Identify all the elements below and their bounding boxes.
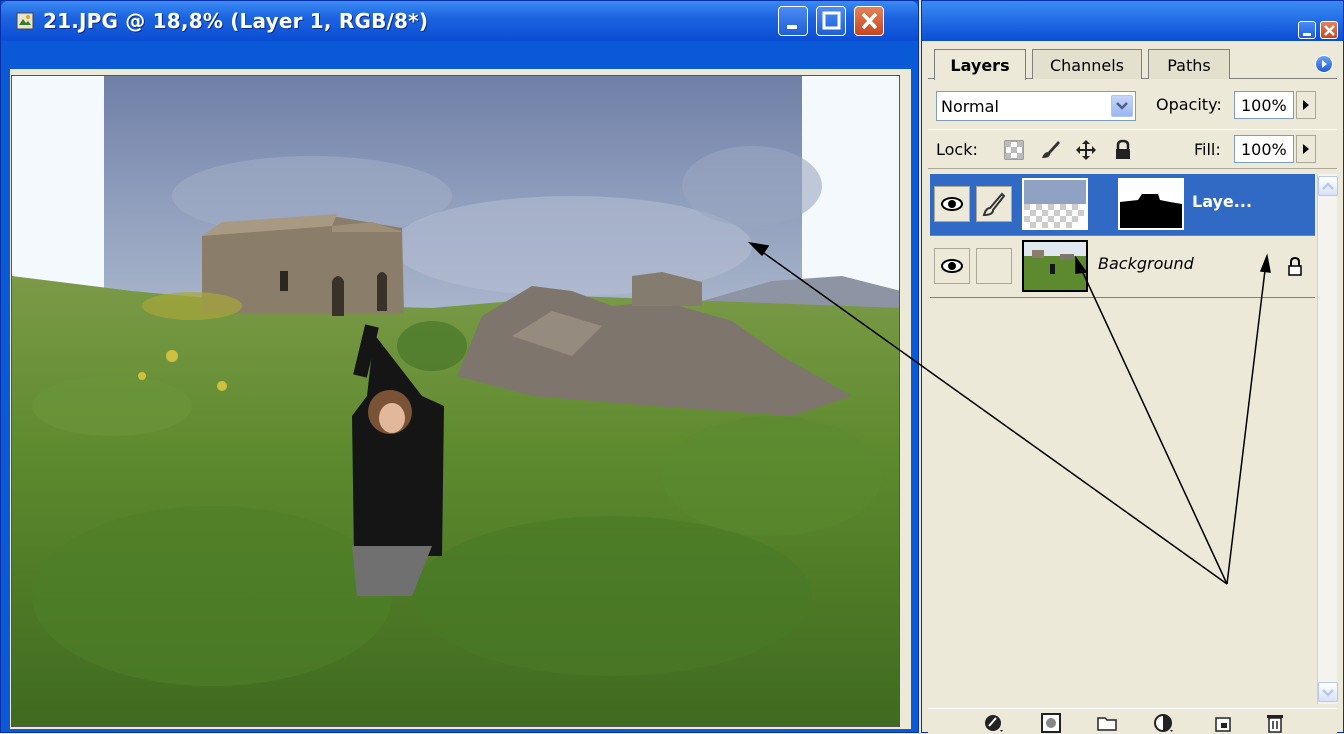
adjustment-layer-icon[interactable] — [1154, 713, 1176, 733]
fill-label: Fill: — [1194, 140, 1221, 159]
minimize-icon — [1303, 33, 1311, 36]
tab-paths[interactable]: Paths — [1148, 49, 1230, 79]
photoshop-doc-icon — [16, 12, 34, 30]
palette-titlebar[interactable] — [922, 1, 1343, 41]
opacity-label: Opacity: — [1156, 95, 1222, 114]
layer-row-layer-1[interactable]: Laye... — [930, 174, 1315, 236]
layers-list: Laye... Background — [747, 174, 1315, 704]
document-title: 21.JPG @ 18,8% (Layer 1, RGB/8*) — [43, 9, 429, 33]
palette-body: Layers Channels Paths Normal Opacity: 10… — [747, 41, 1338, 734]
layer-visibility-toggle[interactable] — [934, 186, 970, 222]
tab-channels[interactable]: Channels — [1032, 49, 1142, 79]
triangle-right-icon — [1303, 100, 1309, 110]
fill-slider-button[interactable] — [1296, 135, 1316, 163]
palette-close-button[interactable] — [1320, 21, 1338, 39]
lock-row: Lock: Fill: 100% — [928, 129, 1337, 169]
sky-thumbnail — [1024, 180, 1086, 228]
eye-icon — [941, 197, 963, 211]
blend-row: Normal Opacity: 100% — [928, 85, 1337, 123]
image-canvas[interactable] — [11, 75, 900, 727]
landscape-photo — [12, 76, 899, 726]
fill-field[interactable]: 100% — [1234, 135, 1294, 163]
layers-scrollbar[interactable] — [1317, 174, 1338, 704]
close-icon — [1324, 25, 1335, 36]
lock-transparent-icon[interactable] — [1004, 140, 1024, 160]
add-mask-icon[interactable] — [1040, 713, 1062, 733]
lock-all-icon[interactable] — [1112, 138, 1134, 162]
new-layer-icon[interactable] — [1212, 713, 1234, 733]
eye-icon — [941, 259, 963, 273]
lock-move-icon[interactable] — [1074, 138, 1098, 162]
layers-palette: Layers Channels Paths Normal Opacity: 10… — [747, 0, 1344, 734]
lock-icon — [1288, 256, 1302, 276]
maximize-icon — [822, 11, 841, 30]
lock-label: Lock: — [936, 140, 978, 159]
blend-mode-value: Normal — [941, 97, 999, 116]
maximize-button[interactable] — [816, 6, 846, 36]
layer-link-cell[interactable] — [976, 248, 1012, 284]
close-icon — [861, 12, 878, 30]
scroll-down-button[interactable] — [1318, 682, 1338, 702]
annotation-arrows — [747, 241, 1271, 585]
close-button[interactable] — [854, 6, 884, 36]
triangle-right-icon — [1303, 144, 1309, 154]
document-titlebar[interactable]: 21.JPG @ 18,8% (Layer 1, RGB/8*) — [1, 1, 918, 41]
minimize-icon — [787, 25, 797, 29]
layer-name[interactable]: Background — [1098, 254, 1194, 273]
layer-thumbnail[interactable] — [1022, 178, 1088, 230]
opacity-field[interactable]: 100% — [1234, 91, 1294, 119]
layer-visibility-toggle[interactable] — [934, 248, 970, 284]
paint-brush-icon — [982, 192, 1006, 217]
new-group-icon[interactable] — [1096, 713, 1118, 733]
lock-paint-brush-icon[interactable] — [1038, 138, 1062, 162]
tab-layers[interactable]: Layers — [934, 49, 1026, 80]
menu-arrow-icon — [1322, 60, 1327, 68]
chevron-down-icon — [1116, 102, 1128, 110]
palette-tabs: Layers Channels Paths — [928, 45, 1337, 80]
blend-mode-select[interactable]: Normal — [936, 91, 1136, 121]
opacity-slider-button[interactable] — [1296, 91, 1316, 119]
layer-brush-indicator[interactable] — [976, 186, 1012, 222]
chevron-up-icon — [1322, 182, 1334, 190]
layer-row-background[interactable]: Background — [930, 236, 1315, 298]
layer-name[interactable]: Laye... — [1192, 192, 1252, 211]
mask-thumbnail — [1120, 180, 1182, 228]
document-window: 21.JPG @ 18,8% (Layer 1, RGB/8*) — [0, 0, 919, 733]
minimize-button[interactable] — [778, 6, 808, 36]
palette-bottom-bar — [928, 708, 1337, 734]
scroll-up-button[interactable] — [1318, 176, 1338, 196]
palette-minimize-button[interactable] — [1298, 21, 1316, 39]
layer-mask-thumbnail[interactable] — [1118, 178, 1184, 230]
add-layer-style-icon[interactable] — [984, 713, 1006, 733]
chevron-down-icon — [1322, 689, 1334, 697]
palette-menu-button[interactable] — [1315, 55, 1333, 73]
dropdown-button[interactable] — [1111, 95, 1133, 117]
trash-icon[interactable] — [1264, 713, 1286, 733]
